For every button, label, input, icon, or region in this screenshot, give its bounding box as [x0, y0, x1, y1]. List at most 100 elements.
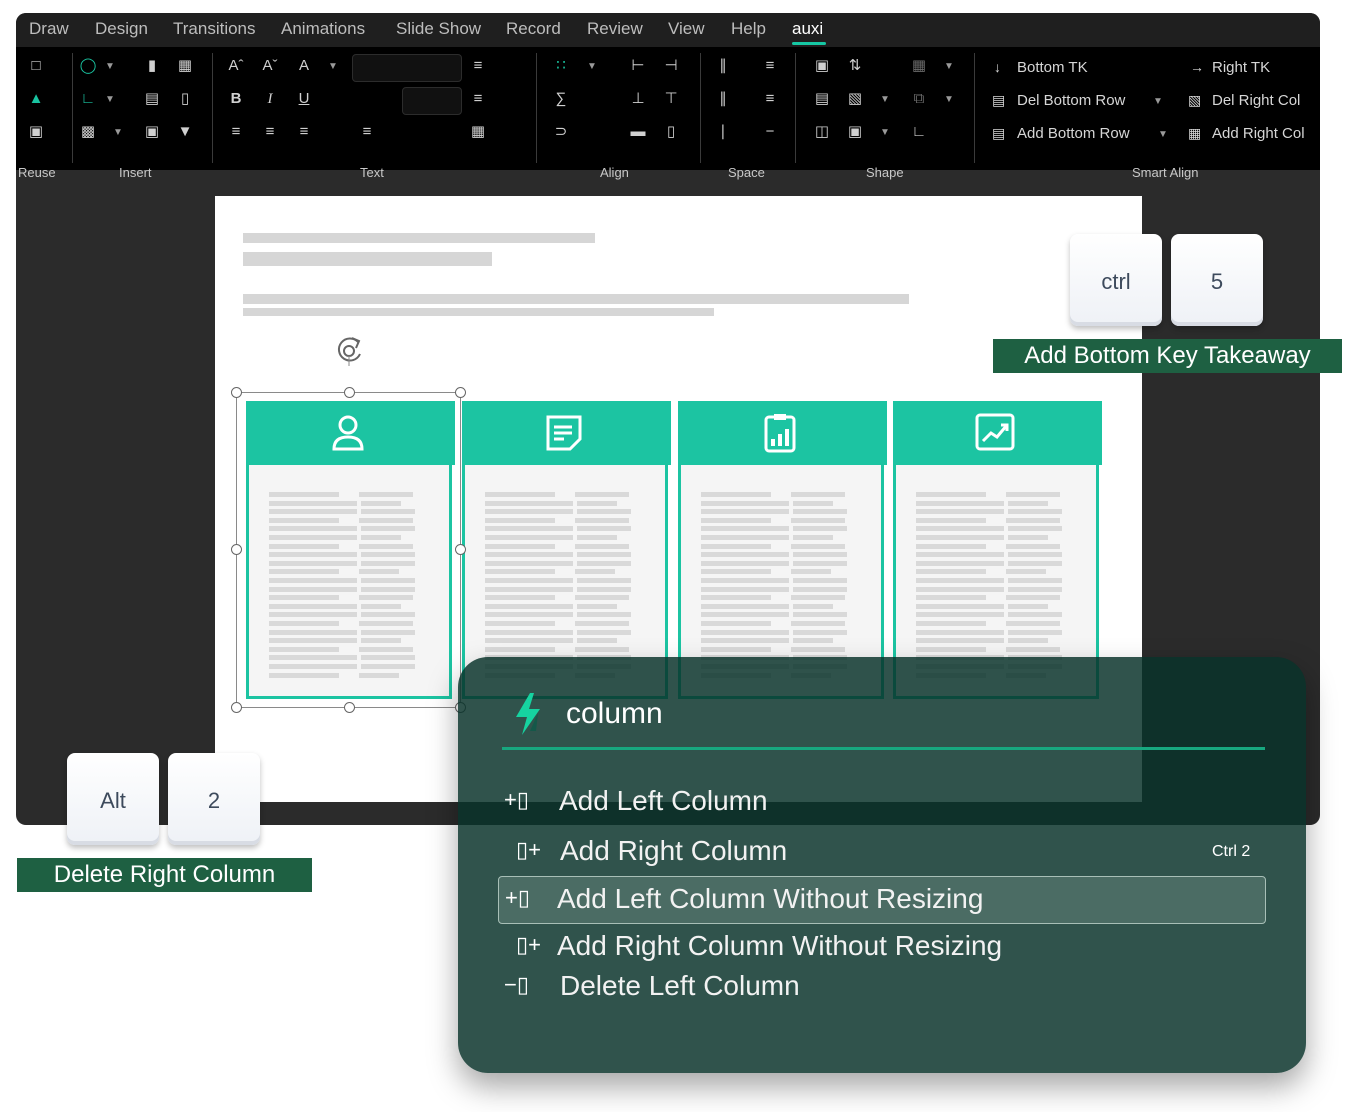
group-icon[interactable]: ▦	[909, 57, 929, 75]
calendar-icon[interactable]: ▩	[78, 123, 98, 141]
command-item-add-left-column-without-resizing[interactable]: +▯ Add Left Column Without Resizing	[498, 876, 1266, 924]
card-column-4[interactable]	[893, 401, 1102, 699]
text-line	[916, 586, 1004, 592]
stamp-icon[interactable]: ▣	[26, 123, 46, 141]
bottom-tk-button[interactable]: Bottom TK	[1017, 59, 1088, 76]
stack-icon[interactable]: ▤	[812, 90, 832, 108]
align-center-icon[interactable]: ≡	[260, 123, 280, 141]
font-size-dropdown[interactable]	[402, 87, 462, 115]
add-bottom-row-button[interactable]: Add Bottom Row	[1017, 125, 1130, 142]
command-item-add-right-column[interactable]: ▯+ Add Right Column Ctrl 2	[498, 829, 1266, 877]
resize-handle[interactable]	[231, 702, 242, 713]
picture-frame-icon[interactable]: ▣	[142, 123, 162, 141]
space-horizontal-icon[interactable]: ∥	[713, 90, 733, 108]
tab-transitions[interactable]: Transitions	[173, 19, 256, 39]
split-icon[interactable]: ◫	[812, 123, 832, 141]
chevron-down-icon[interactable]: ▼	[1158, 129, 1168, 140]
step-chart-icon[interactable]: ∟	[909, 123, 929, 141]
numbering-icon[interactable]: ≡	[468, 90, 488, 108]
align-right-edge-icon[interactable]: ⊣	[661, 57, 681, 75]
tab-record[interactable]: Record	[506, 19, 561, 39]
tab-auxi[interactable]: auxi	[792, 19, 823, 39]
chevron-down-icon[interactable]: ▼	[105, 61, 115, 72]
resize-icon[interactable]: ▣	[812, 57, 832, 75]
remove-space-horizontal-icon[interactable]: ∣	[713, 123, 733, 141]
resize-handle[interactable]	[231, 387, 242, 398]
copy-icon[interactable]: ⧉	[909, 90, 929, 108]
chevron-down-icon[interactable]: ▼	[880, 94, 890, 105]
selection-box[interactable]	[236, 392, 461, 708]
tab-help[interactable]: Help	[731, 19, 766, 39]
table-icon[interactable]: ▦	[175, 57, 195, 75]
justify-icon[interactable]: ≡	[357, 123, 377, 141]
resize-handle[interactable]	[231, 544, 242, 555]
chevron-down-icon[interactable]: ▼	[944, 94, 954, 105]
command-item-delete-left-column[interactable]: −▯ Delete Left Column	[498, 964, 1266, 1012]
chevron-down-icon[interactable]: ▼	[587, 61, 597, 72]
italic-button[interactable]: I	[260, 90, 280, 108]
distribute-horizontal-icon[interactable]: ∥	[713, 57, 733, 75]
font-size-up-icon[interactable]: Aˆ	[226, 57, 246, 75]
sum-icon[interactable]: ∑	[551, 90, 571, 108]
resize-handle[interactable]	[455, 544, 466, 555]
del-bottom-row-button[interactable]: Del Bottom Row	[1017, 92, 1125, 109]
text-line	[701, 578, 789, 583]
resize-handle[interactable]	[344, 702, 355, 713]
align-top-edge-icon[interactable]: ⊤	[661, 90, 681, 108]
bold-button[interactable]: B	[226, 90, 246, 108]
resize-handle[interactable]	[455, 387, 466, 398]
font-name-dropdown[interactable]	[352, 54, 462, 82]
shape-insert-icon[interactable]: ◯	[78, 57, 98, 75]
align-middle-icon[interactable]: ▬	[628, 123, 648, 141]
upload-icon[interactable]: ▲	[26, 90, 46, 108]
resize-handle[interactable]	[344, 387, 355, 398]
frame-icon[interactable]: ▣	[845, 123, 865, 141]
align-bottom-edge-icon[interactable]: ⊥	[628, 90, 648, 108]
bookmark-icon[interactable]: □	[26, 57, 46, 75]
text-line	[485, 621, 555, 626]
tag-shape-icon[interactable]: ⊃	[551, 123, 571, 141]
remove-space-vertical-icon[interactable]: −	[760, 123, 780, 141]
card-column-2[interactable]	[462, 401, 671, 699]
chevron-down-icon[interactable]: ▼	[105, 94, 115, 105]
chevron-down-icon[interactable]: ▼	[113, 127, 123, 138]
card-column-3[interactable]	[678, 401, 887, 699]
tab-view[interactable]: View	[668, 19, 705, 39]
align-left-icon[interactable]: ≡	[226, 123, 246, 141]
swap-icon[interactable]: ⇅	[845, 57, 865, 75]
distribute-vertical-icon[interactable]: ≡	[760, 57, 780, 75]
rotate-handle-icon[interactable]	[334, 334, 368, 366]
grid-dots-icon[interactable]: ∷	[551, 57, 571, 75]
tab-slide-show[interactable]: Slide Show	[396, 19, 481, 39]
underline-button[interactable]: U	[294, 90, 314, 108]
tab-review[interactable]: Review	[587, 19, 643, 39]
align-left-edge-icon[interactable]: ⊢	[628, 57, 648, 75]
tab-draw[interactable]: Draw	[29, 19, 69, 39]
font-color-icon[interactable]: A	[294, 57, 314, 75]
del-right-col-button[interactable]: Del Right Col	[1212, 92, 1300, 109]
font-size-down-icon[interactable]: Aˇ	[260, 57, 280, 75]
text-box-icon[interactable]: ▦	[468, 123, 488, 141]
tab-animations[interactable]: Animations	[281, 19, 365, 39]
grid-list-icon[interactable]: ▤	[142, 90, 162, 108]
add-right-col-button[interactable]: Add Right Col	[1212, 125, 1305, 142]
align-right-icon[interactable]: ≡	[294, 123, 314, 141]
layout-icon[interactable]: ▧	[845, 90, 865, 108]
command-search-query[interactable]: column	[566, 697, 663, 731]
command-item-add-left-column[interactable]: +▯ Add Left Column	[498, 779, 1266, 827]
right-tk-button[interactable]: Right TK	[1212, 59, 1270, 76]
chevron-down-icon[interactable]: ▼	[1153, 96, 1163, 107]
bullets-icon[interactable]: ≡	[468, 57, 488, 75]
document-icon	[546, 415, 582, 451]
align-center-vertical-icon[interactable]: ▯	[661, 123, 681, 141]
bar-chart-icon[interactable]: ▮	[142, 57, 162, 75]
chart-axis-icon[interactable]: ∟	[78, 90, 98, 108]
command-item-label: Delete Left Column	[560, 970, 800, 1001]
bookmark-icon[interactable]: ▯	[175, 90, 195, 108]
chevron-down-icon[interactable]: ▼	[328, 61, 338, 72]
space-vertical-icon[interactable]: ≡	[760, 90, 780, 108]
tab-design[interactable]: Design	[95, 19, 148, 39]
chevron-down-icon[interactable]: ▼	[880, 127, 890, 138]
stack-down-icon[interactable]: ▼	[175, 123, 195, 141]
chevron-down-icon[interactable]: ▼	[944, 61, 954, 72]
